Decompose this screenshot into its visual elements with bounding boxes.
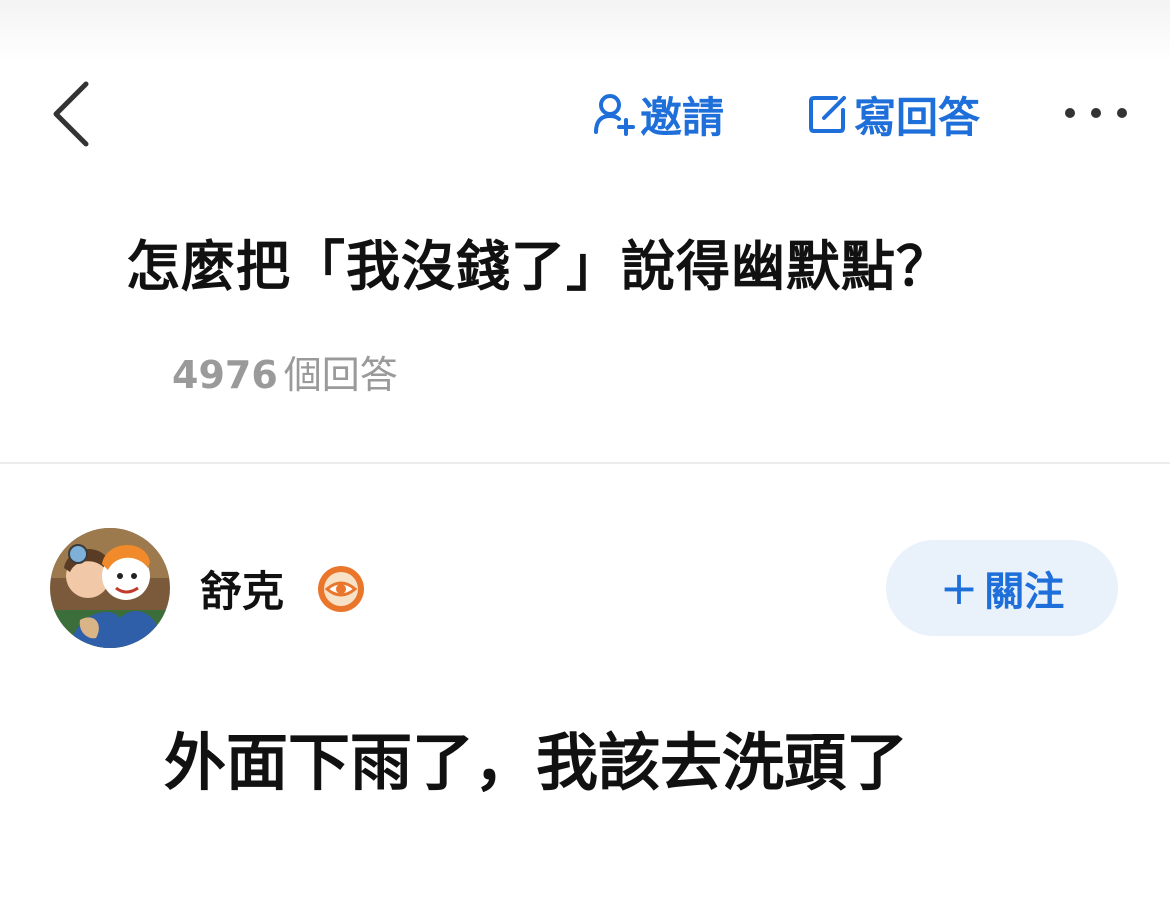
edit-icon [806, 92, 850, 136]
invite-label: 邀請 [640, 92, 725, 142]
question-page: 邀請 寫回答 怎麼把「我沒錢了」說得幽默點？ 4976 個回答 舒克 + 關注 … [0, 0, 1170, 910]
answer-count-number: 4976 [172, 353, 278, 397]
answer-count-unit: 個回答 [283, 353, 398, 397]
status-bar-area [0, 0, 1170, 60]
author-avatar[interactable] [50, 528, 170, 648]
answer-count[interactable]: 4976 個回答 [172, 344, 398, 399]
follow-button[interactable]: + 關注 [886, 540, 1118, 636]
invite-button[interactable]: 邀請 [592, 84, 724, 144]
write-answer-button[interactable]: 寫回答 [806, 84, 980, 144]
top-nav-bar: 邀請 寫回答 [0, 70, 1170, 160]
answer-content[interactable]: 外面下雨了，我該去洗頭了 [164, 712, 908, 802]
section-divider [0, 462, 1170, 464]
more-button[interactable] [1060, 98, 1132, 128]
eye-badge-icon [316, 564, 366, 614]
question-title[interactable]: 怎麼把「我沒錢了」說得幽默點？ [126, 222, 1126, 301]
chevron-left-icon [53, 81, 89, 147]
plus-icon: + [939, 561, 979, 615]
more-dots-icon [1065, 108, 1127, 118]
user-plus-icon [592, 92, 636, 136]
author-name[interactable]: 舒克 [200, 558, 284, 619]
back-button[interactable] [44, 78, 100, 150]
write-answer-label: 寫回答 [854, 92, 981, 142]
follow-label: 關注 [984, 569, 1065, 615]
